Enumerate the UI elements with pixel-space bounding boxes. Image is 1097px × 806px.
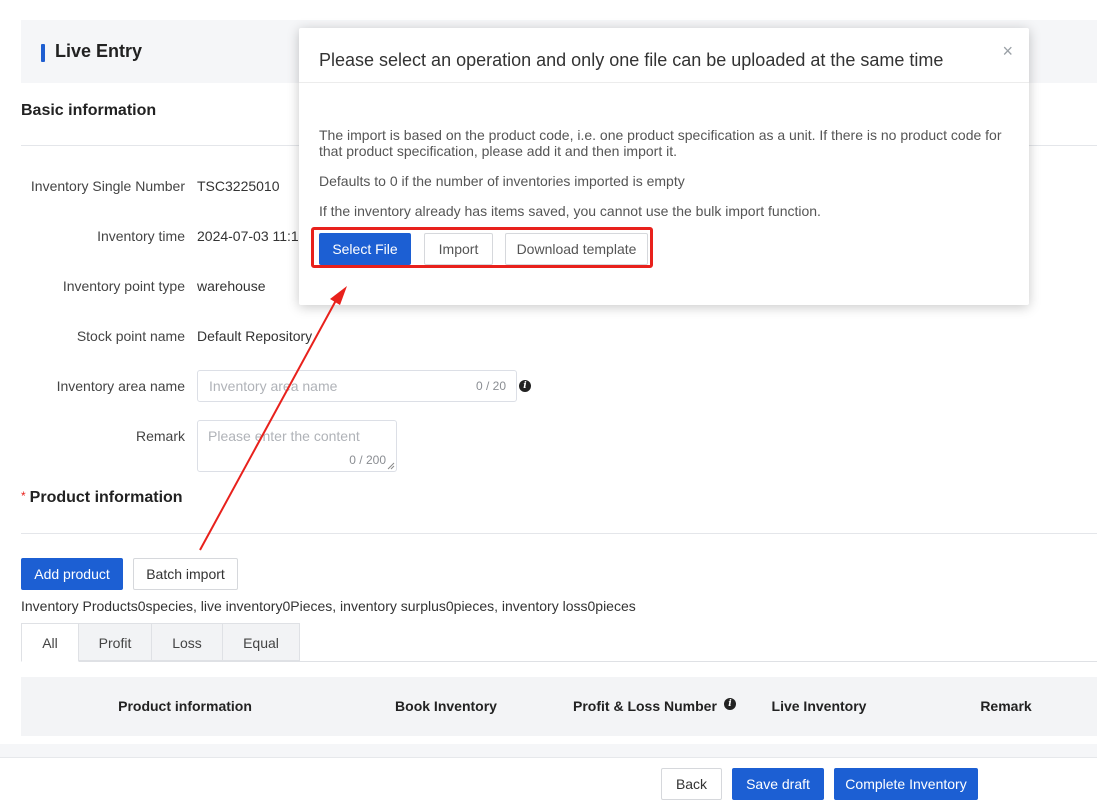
remark-textarea[interactable]: Please enter the content 0 / 200 [197, 420, 397, 472]
inventory-area-input[interactable]: Inventory area name 0 / 20 [197, 370, 517, 402]
modal-title: Please select an operation and only one … [319, 50, 944, 70]
inventory-time-value: 2024-07-03 11:1 [197, 228, 299, 244]
inventory-number-value: TSC3225010 [197, 178, 280, 194]
inventory-area-placeholder: Inventory area name [209, 378, 338, 394]
required-mark: * [21, 489, 26, 503]
remark-label: Remark [135, 428, 185, 444]
resize-grip-icon[interactable] [387, 462, 395, 470]
inventory-point-type-value: warehouse [197, 278, 266, 294]
tab-profit[interactable]: Profit [78, 623, 152, 661]
tab-all[interactable]: All [21, 623, 79, 662]
modal-instruction-1: The import is based on the product code,… [319, 127, 1002, 159]
inventory-summary: Inventory Products0species, live invento… [21, 598, 636, 614]
annotation-highlight-box [311, 227, 653, 268]
add-product-button[interactable]: Add product [21, 558, 123, 590]
close-icon[interactable]: × [1002, 41, 1013, 62]
column-product-information: Product information [118, 698, 252, 714]
save-draft-button[interactable]: Save draft [732, 768, 824, 800]
column-remark: Remark [980, 698, 1032, 714]
tab-equal[interactable]: Equal [222, 623, 300, 661]
product-info-title: * Product information [21, 489, 183, 507]
modal-divider [299, 82, 1029, 83]
inventory-time-label: Inventory time [97, 228, 185, 244]
column-book-inventory: Book Inventory [395, 698, 497, 714]
footer-bar: Back Save draft Complete Inventory [0, 757, 1097, 806]
info-icon[interactable]: i [519, 380, 531, 392]
profit-loss-info-icon[interactable]: i [724, 698, 736, 710]
product-table-header: Product information Book Inventory Profi… [21, 677, 1097, 736]
batch-import-button[interactable]: Batch import [133, 558, 238, 590]
complete-inventory-button[interactable]: Complete Inventory [834, 768, 978, 800]
modal-instruction-2: Defaults to 0 if the number of inventori… [319, 173, 685, 189]
header-accent-bar [41, 44, 45, 62]
remark-placeholder: Please enter the content [208, 428, 360, 444]
column-live-inventory: Live Inventory [771, 698, 867, 714]
inventory-number-label: Inventory Single Number [30, 178, 185, 194]
product-info-divider [21, 533, 1097, 534]
column-profit-loss-number: Profit & Loss Number [573, 698, 717, 714]
tab-loss[interactable]: Loss [151, 623, 223, 661]
inventory-area-counter: 0 / 20 [475, 379, 506, 393]
product-info-title-text: Product information [29, 489, 183, 506]
back-button[interactable]: Back [661, 768, 722, 800]
basic-info-title: Basic information [21, 102, 157, 119]
remark-counter: 0 / 200 [349, 453, 386, 467]
inventory-point-type-label: Inventory point type [62, 278, 185, 294]
stock-point-name-value: Default Repository [197, 328, 313, 344]
modal-instruction-3: If the inventory already has items saved… [319, 203, 821, 219]
inventory-area-label: Inventory area name [56, 378, 185, 394]
tabs-underline [21, 661, 1097, 662]
table-bottom-fade [0, 744, 1097, 758]
stock-point-name-label: Stock point name [76, 328, 185, 344]
page-title: Live Entry [55, 41, 143, 61]
